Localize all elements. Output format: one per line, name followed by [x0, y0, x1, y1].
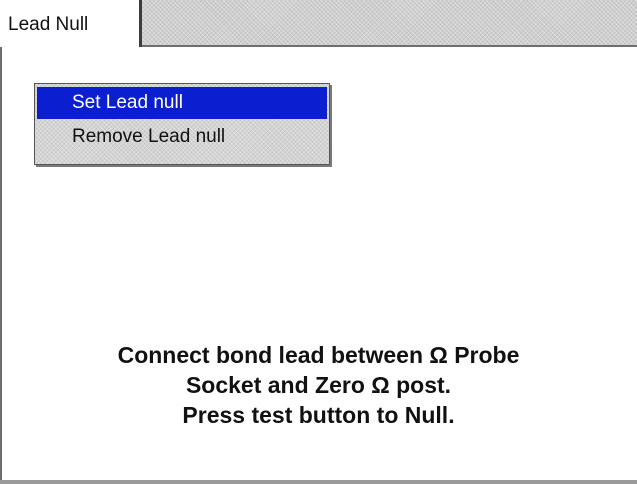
tab-lead-null-label: Lead Null	[8, 14, 89, 35]
lead-null-menu: Set Lead null Remove Lead null	[34, 83, 330, 165]
tab-lead-null[interactable]: Lead Null	[0, 0, 142, 47]
instruction-line-2: Socket and Zero Ω post.	[185, 372, 452, 398]
panel-bottom-border	[0, 480, 637, 484]
instruction-line-1: Connect bond lead between Ω Probe	[117, 342, 520, 368]
menu-item-remove-lead-null[interactable]: Remove Lead null	[37, 121, 327, 153]
instruction-text: Connect bond lead between Ω Probe Socket…	[0, 340, 637, 430]
instruction-line-3: Press test button to Null.	[182, 402, 455, 428]
menu-item-set-lead-null[interactable]: Set Lead null	[37, 87, 327, 119]
lead-null-window: Lead Null Set Lead null Remove Lead null…	[0, 0, 637, 484]
